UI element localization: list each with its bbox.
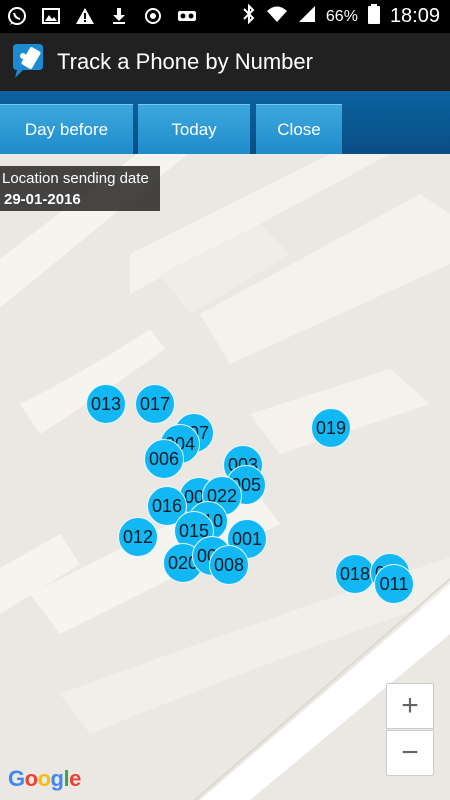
location-date-box: Location sending date 29-01-2016 xyxy=(0,166,160,211)
day-before-button[interactable]: Day before xyxy=(0,104,133,154)
whatsapp-icon xyxy=(6,5,28,27)
app-title: Track a Phone by Number xyxy=(57,49,313,74)
location-date-value: 29-01-2016 xyxy=(4,191,81,208)
map-marker[interactable]: 011 xyxy=(374,564,414,604)
battery-icon xyxy=(367,4,380,29)
google-logo: Google xyxy=(8,766,81,791)
map-marker[interactable]: 018 xyxy=(335,554,375,594)
sync-icon xyxy=(142,5,164,27)
map-marker[interactable]: 017 xyxy=(135,384,175,424)
app-bar: Track a Phone by Number xyxy=(0,33,450,91)
today-button[interactable]: Today xyxy=(138,104,250,154)
status-bar: 66% 18:09 xyxy=(0,0,450,33)
battery-percentage: 66% xyxy=(325,7,358,25)
gallery-icon xyxy=(40,5,62,27)
zoom-in-button[interactable]: + xyxy=(386,683,434,729)
download-icon xyxy=(108,5,130,27)
map-marker[interactable]: 013 xyxy=(86,384,126,424)
voicemail-icon xyxy=(176,5,198,27)
map-marker[interactable]: 006 xyxy=(144,439,184,479)
signal-icon xyxy=(298,5,316,28)
map-marker[interactable]: 008 xyxy=(209,545,249,585)
wifi-icon xyxy=(266,5,288,28)
map-marker[interactable]: 012 xyxy=(118,517,158,557)
phone-tracker-app-icon xyxy=(9,42,49,82)
bluetooth-icon xyxy=(242,3,256,29)
zoom-out-button[interactable]: − xyxy=(386,730,434,776)
location-date-label: Location sending date xyxy=(2,170,149,187)
close-button[interactable]: Close xyxy=(256,104,342,154)
map-marker[interactable]: 019 xyxy=(311,408,351,448)
clock: 18:09 xyxy=(389,5,440,27)
warning-icon xyxy=(74,5,96,27)
tab-bar: Day before Today Close xyxy=(0,91,450,154)
